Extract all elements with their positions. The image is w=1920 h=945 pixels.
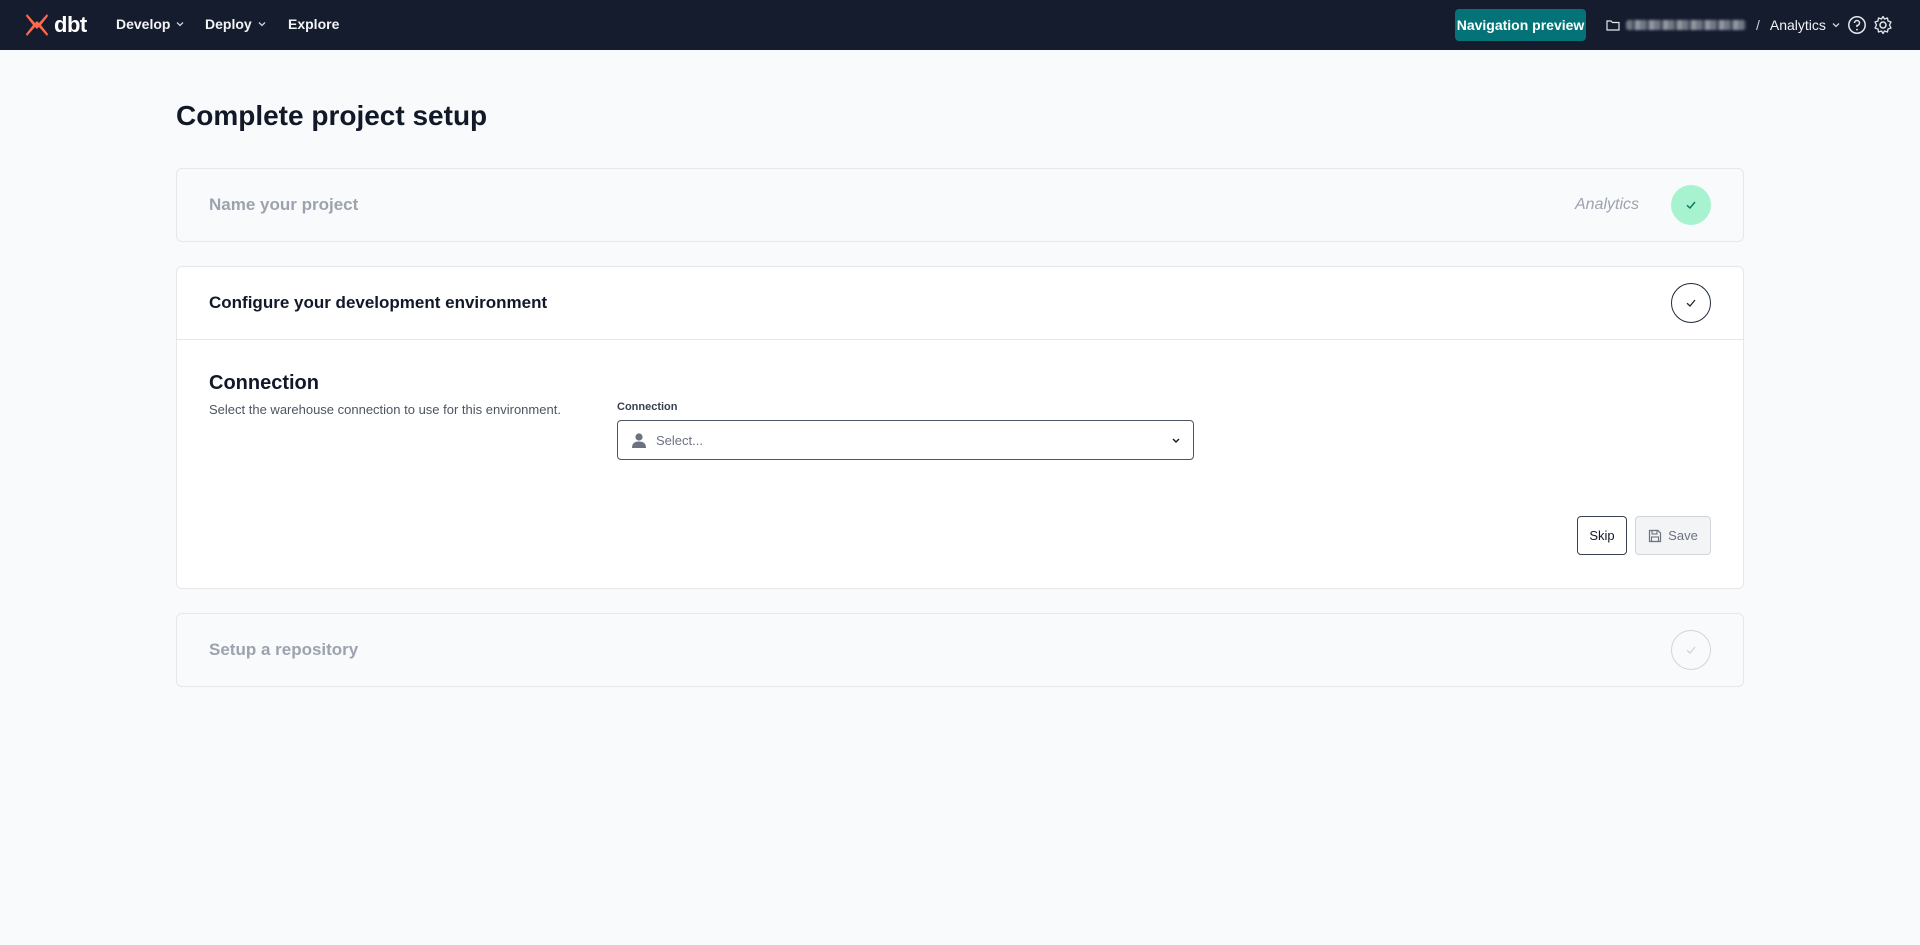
step-name-project[interactable]: Name your project Analytics [176, 168, 1744, 242]
dbt-logo-icon [26, 14, 48, 36]
account-name-redacted [1626, 20, 1746, 30]
step-title: Configure your development environment [209, 293, 548, 312]
step-setup-repository[interactable]: Setup a repository [176, 613, 1744, 687]
step-body: Connection Select the warehouse connecti… [177, 339, 1743, 588]
step-header: Setup a repository [177, 614, 1743, 686]
dbt-logo[interactable]: dbt [24, 12, 87, 38]
project-name-value: Analytics [1574, 196, 1639, 213]
project-name: Analytics [1769, 17, 1826, 33]
step-header: Configure your development environment [177, 267, 1743, 339]
connection-section-description: Select the warehouse connection to use f… [209, 402, 561, 417]
logo-text: dbt [54, 12, 87, 37]
nav-deploy-label: Deploy [205, 16, 252, 32]
account-project-switcher[interactable]: / Analytics [1606, 16, 1840, 34]
save-button[interactable]: Save [1635, 516, 1711, 555]
top-navigation-bar: dbt Develop Deploy Explore Navigation pr… [0, 0, 1920, 50]
nav-explore[interactable]: Explore [288, 16, 339, 32]
skip-button[interactable]: Skip [1577, 516, 1627, 555]
nav-explore-label: Explore [288, 16, 340, 32]
page-title: Complete project setup [176, 100, 488, 131]
connection-section-title: Connection [209, 372, 319, 394]
chevron-down-icon [1172, 438, 1180, 443]
connection-select[interactable]: Select... [617, 420, 1194, 460]
folder-icon [1606, 20, 1620, 31]
floppy-disk-icon [1649, 529, 1662, 542]
navigation-preview-button[interactable]: Navigation preview [1455, 9, 1586, 41]
chevron-down-icon [1832, 23, 1840, 28]
step-header: Name your project Analytics [177, 169, 1743, 241]
nav-develop-label: Develop [116, 16, 171, 32]
step-complete-check-icon [1671, 185, 1711, 225]
connection-field-label: Connection [617, 401, 678, 413]
nav-deploy[interactable]: Deploy [205, 16, 266, 32]
step-dev-environment: Configure your development environment C… [176, 266, 1744, 589]
nav-develop[interactable]: Develop [116, 16, 184, 32]
chevron-down-icon [258, 22, 266, 27]
step-pending-check-icon [1671, 630, 1711, 670]
step-title: Name your project [209, 195, 359, 214]
breadcrumb-separator: / [1756, 17, 1760, 33]
save-button-label: Save [1668, 528, 1698, 543]
user-icon [632, 433, 646, 448]
step-title: Setup a repository [209, 640, 359, 659]
connection-select-placeholder: Select... [656, 432, 703, 448]
step-active-check-icon [1671, 283, 1711, 323]
gear-icon[interactable] [1873, 15, 1893, 40]
chevron-down-icon [177, 22, 184, 27]
help-icon[interactable] [1847, 15, 1867, 40]
